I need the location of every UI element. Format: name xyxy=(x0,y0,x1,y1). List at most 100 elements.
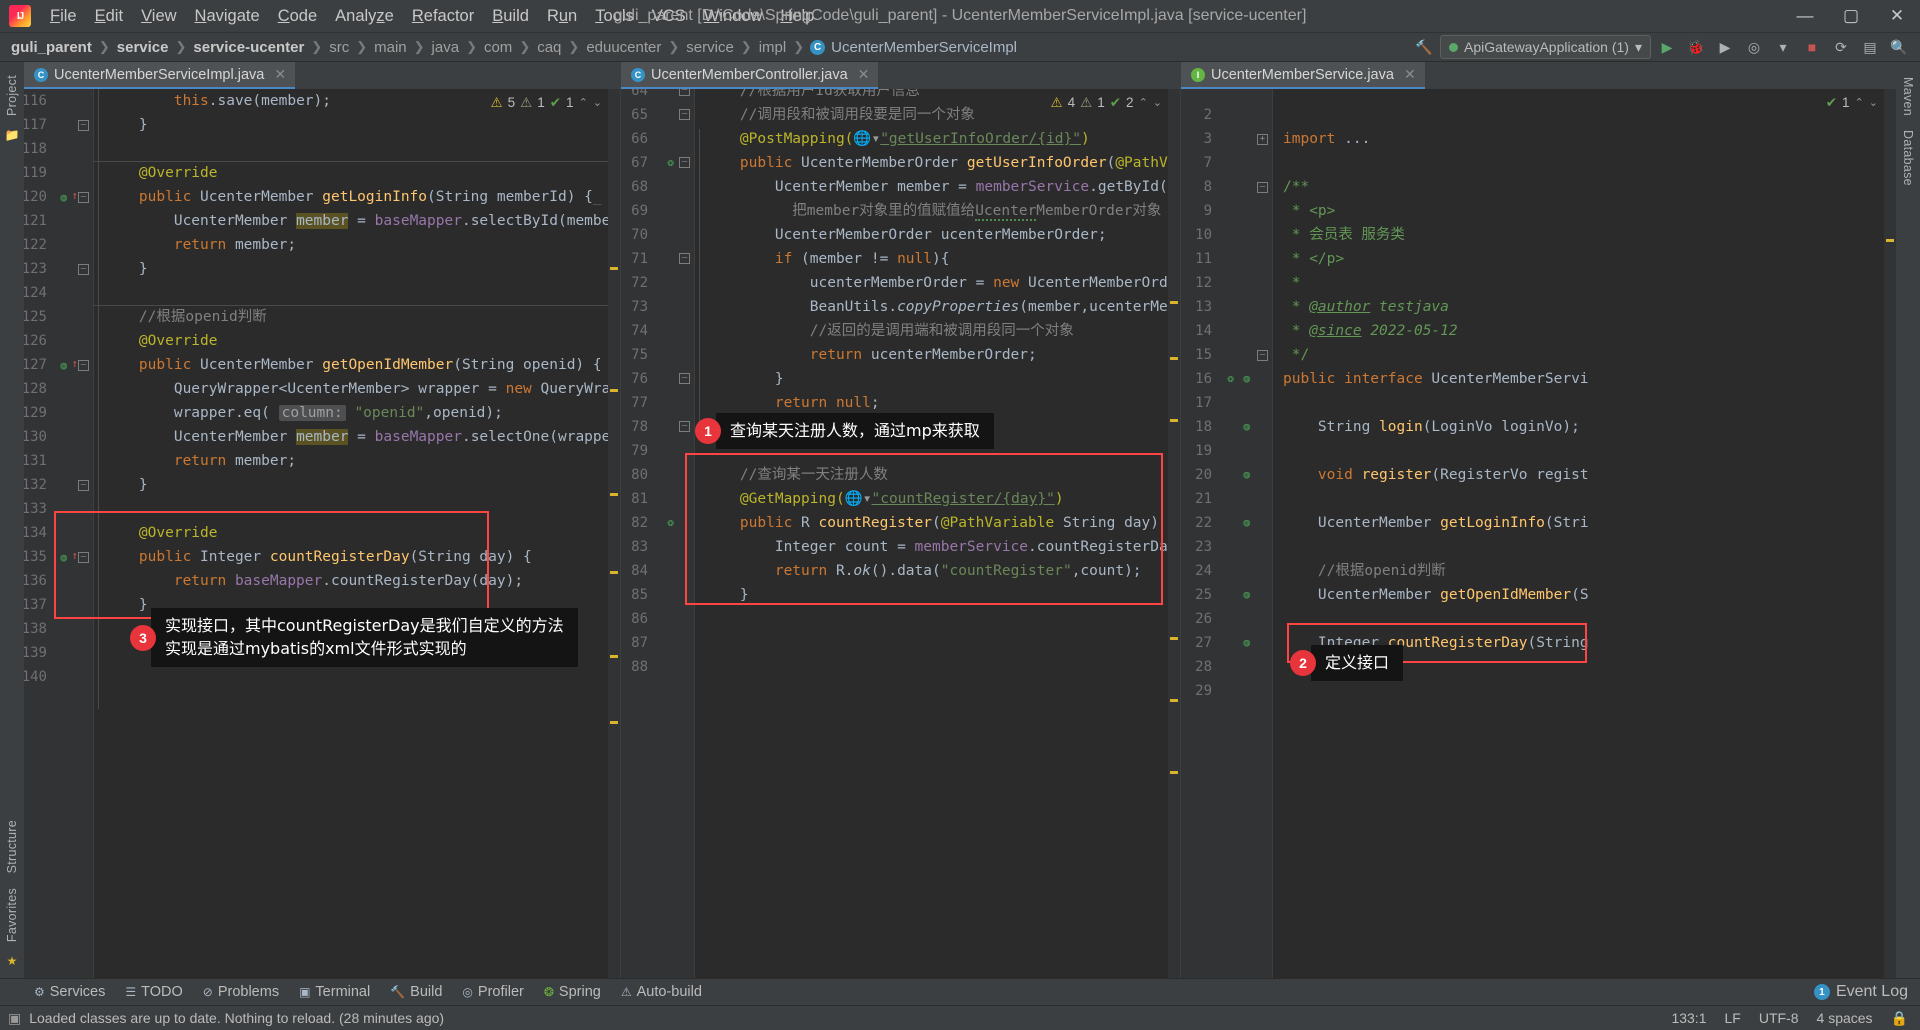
breadcrumb-item-0[interactable]: guli_parent xyxy=(10,39,93,56)
implemented-icon[interactable]: ◍ xyxy=(1243,511,1250,535)
implemented-icon[interactable]: ◍ xyxy=(1243,583,1250,607)
spring-bean-icon[interactable]: ❂ xyxy=(1227,367,1234,391)
fold-expand-marker[interactable]: + xyxy=(1257,134,1268,145)
fold-marker[interactable]: – xyxy=(78,552,89,563)
tool-window-maven[interactable]: Maven xyxy=(1901,70,1915,123)
fold-marker[interactable]: – xyxy=(78,120,89,131)
breadcrumb-item-6[interactable]: com xyxy=(483,39,513,56)
menu-build[interactable]: Build xyxy=(483,3,538,30)
prev-problem-icon[interactable]: ⌃ xyxy=(1139,91,1148,115)
inspection-widget-1[interactable]: ⚠ 5 ⚠ 1 ✔ 1 ⌃ ⌄ xyxy=(490,91,602,115)
gutter-1[interactable]: 116 117 118 119 120 121 122 123 124 125 … xyxy=(24,89,94,978)
close-tab-icon[interactable]: ✕ xyxy=(858,66,870,83)
fold-marker[interactable]: – xyxy=(1257,350,1268,361)
code-editor-1[interactable]: ⚠ 5 ⚠ 1 ✔ 1 ⌃ ⌄ 116 117 118 119 120 121 … xyxy=(24,89,620,978)
menu-tools[interactable]: Tools xyxy=(586,3,643,30)
event-log-label[interactable]: Event Log xyxy=(1836,983,1908,1001)
code-content-3[interactable]: import ... /** * <p> * 会员表 服务类 * </p> * … xyxy=(1273,89,1896,978)
next-problem-icon[interactable]: ⌄ xyxy=(1153,91,1162,115)
tab-ucenter-member-controller[interactable]: C UcenterMemberController.java ✕ xyxy=(621,62,879,89)
fold-marker[interactable]: – xyxy=(78,264,89,275)
next-problem-icon[interactable]: ⌄ xyxy=(593,91,602,115)
next-problem-icon[interactable]: ⌄ xyxy=(1869,91,1878,115)
run-configuration-selector[interactable]: ApiGatewayApplication (1) ▾ xyxy=(1439,35,1651,59)
profiler-icon[interactable]: ◎ xyxy=(1741,35,1767,59)
tab-ucenter-member-service[interactable]: I UcenterMemberService.java ✕ xyxy=(1181,62,1425,89)
spring-bean-icon[interactable]: ❂ xyxy=(667,151,674,175)
breadcrumb-item-5[interactable]: java xyxy=(431,39,461,56)
menu-analyze[interactable]: Analyze xyxy=(326,3,403,30)
override-method-icon[interactable]: ◍ xyxy=(60,354,67,378)
fold-marker[interactable]: – xyxy=(78,360,89,371)
star-icon[interactable]: ★ xyxy=(7,954,18,968)
tab-ucenter-member-service-impl[interactable]: C UcenterMemberServiceImpl.java ✕ xyxy=(24,62,296,89)
menu-view[interactable]: View xyxy=(132,3,185,30)
menu-run[interactable]: Run xyxy=(538,3,586,30)
chevron-down-icon[interactable]: ▾ xyxy=(1770,35,1796,59)
fold-marker[interactable]: – xyxy=(679,109,690,120)
implemented-icon[interactable]: ◍ xyxy=(1243,631,1250,655)
implementing-arrow-icon[interactable]: ↑ xyxy=(71,184,78,208)
gutter-2[interactable]: 64 65 66 67 68 69 70 71 72 73 74 75 76 7… xyxy=(621,89,695,978)
override-method-icon[interactable]: ◍ xyxy=(60,546,67,570)
file-encoding[interactable]: UTF-8 xyxy=(1759,1010,1799,1026)
code-editor-3[interactable]: ✔ 1 ⌃ ⌄ 2 3 7 8 9 10 11 12 13 14 15 16 1… xyxy=(1181,89,1896,978)
breadcrumb-item-2[interactable]: service-ucenter xyxy=(192,39,305,56)
code-content-1[interactable]: this.save(member); } @Override public Uc… xyxy=(94,89,620,978)
menu-navigate[interactable]: Navigate xyxy=(186,3,269,30)
breadcrumb-item-7[interactable]: caq xyxy=(536,39,562,56)
stop-icon[interactable]: ■ xyxy=(1799,35,1825,59)
tool-button-terminal[interactable]: ▣ Terminal xyxy=(291,982,378,1002)
breadcrumb-item-4[interactable]: main xyxy=(373,39,408,56)
prev-problem-icon[interactable]: ⌃ xyxy=(1855,91,1864,115)
close-tab-icon[interactable]: ✕ xyxy=(274,66,286,83)
tool-button-services[interactable]: ⚙ Services xyxy=(26,982,113,1002)
run-icon[interactable]: ▶ xyxy=(1654,35,1680,59)
overview-ruler-1[interactable] xyxy=(608,89,620,978)
implementing-arrow-icon[interactable]: ↑ xyxy=(71,352,78,376)
update-project-icon[interactable]: ⟳ xyxy=(1828,35,1854,59)
code-content-2[interactable]: //根据用户Id获取用户信息 //调用段和被调用段要是同一个对象 @PostMa… xyxy=(695,89,1180,978)
hammer-build-icon[interactable]: 🔨 xyxy=(1411,35,1437,59)
breadcrumb-item-8[interactable]: eduucenter xyxy=(585,39,662,56)
implemented-icon[interactable]: ◍ xyxy=(1243,463,1250,487)
run-coverage-icon[interactable]: ▶ xyxy=(1712,35,1738,59)
menu-help[interactable]: Help xyxy=(771,3,823,30)
tool-button-spring[interactable]: ❂ Spring xyxy=(536,982,609,1002)
spring-bean-icon[interactable]: ❂ xyxy=(667,511,674,535)
folder-icon[interactable]: 📁 xyxy=(5,128,20,142)
fold-marker[interactable]: – xyxy=(78,480,89,491)
breadcrumb-item-9[interactable]: service xyxy=(685,39,735,56)
search-everywhere-icon[interactable]: 🔍 xyxy=(1886,35,1912,59)
menu-code[interactable]: Code xyxy=(269,3,326,30)
layout-toggle-icon[interactable]: ▤ xyxy=(1857,35,1883,59)
tool-window-database[interactable]: Database xyxy=(1901,123,1915,193)
overview-ruler-3[interactable] xyxy=(1884,89,1896,978)
line-separator[interactable]: LF xyxy=(1725,1010,1741,1026)
tool-window-project[interactable]: Project xyxy=(5,68,19,123)
fold-marker[interactable]: – xyxy=(78,192,89,203)
breadcrumb-item-11[interactable]: UcenterMemberServiceImpl xyxy=(830,39,1018,56)
implemented-icon[interactable]: ◍ xyxy=(1243,367,1250,391)
menu-edit[interactable]: Edit xyxy=(86,3,132,30)
fold-marker[interactable]: – xyxy=(679,157,690,168)
fold-marker[interactable]: – xyxy=(679,421,690,432)
tool-button-problems[interactable]: ⊘ Problems xyxy=(195,982,287,1002)
tool-window-structure[interactable]: Structure xyxy=(5,813,19,880)
close-tab-icon[interactable]: ✕ xyxy=(1404,66,1416,83)
close-button[interactable]: ✕ xyxy=(1874,0,1920,32)
breadcrumb-item-10[interactable]: impl xyxy=(758,39,788,56)
overview-ruler-2[interactable] xyxy=(1168,89,1180,978)
implementing-arrow-icon[interactable]: ↑ xyxy=(71,544,78,568)
lock-icon[interactable]: 🔒 xyxy=(1891,1010,1908,1027)
breadcrumb-item-1[interactable]: service xyxy=(116,39,170,56)
inspection-widget-3[interactable]: ✔ 1 ⌃ ⌄ xyxy=(1826,91,1878,115)
menu-vcs[interactable]: VCS xyxy=(643,3,695,30)
tool-button-todo[interactable]: ☰ TODO xyxy=(117,982,190,1002)
fold-marker[interactable]: – xyxy=(679,89,690,96)
override-method-icon[interactable]: ◍ xyxy=(60,186,67,210)
tool-button-autobuild[interactable]: ⚠ Auto-build xyxy=(613,982,710,1002)
tool-button-profiler[interactable]: ◎ Profiler xyxy=(454,982,531,1002)
debug-icon[interactable]: 🐞 xyxy=(1683,35,1709,59)
tool-button-build[interactable]: 🔨 Build xyxy=(382,982,450,1002)
